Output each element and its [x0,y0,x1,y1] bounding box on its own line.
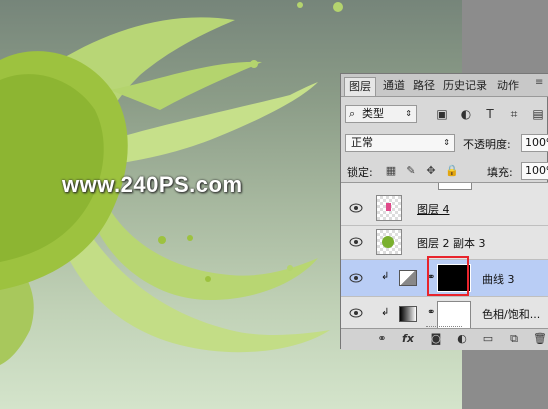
search-icon: ⌕ [349,107,356,120]
delete-layer-icon[interactable]: 🗑 [533,332,547,346]
layer-row-selected[interactable]: ↲ ⚭ 曲线 3 [341,256,548,297]
layer-name: 图层 4 [417,203,450,216]
new-group-icon[interactable]: ▭ [481,332,495,346]
lock-label: 锁定: [347,166,373,179]
filter-adjustment-icon[interactable]: ◐ [459,107,473,121]
chevron-updown-icon: ⇕ [405,109,412,118]
chevron-updown-icon: ⇕ [443,138,450,147]
filter-smart-object-icon[interactable]: ▤ [531,107,545,121]
filter-type-icon[interactable]: T [483,107,497,121]
lock-transparent-icon[interactable]: ▦ [385,165,397,177]
opacity-input[interactable]: 100% [521,134,548,152]
link-layers-icon[interactable]: ⚭ [375,332,389,346]
add-mask-icon[interactable]: ◙ [429,332,443,346]
layers-list: 图层 4 图层 2 副本 3 ↲ ⚭ 曲线 3 ↲ ⚭ 色相/饱和... [341,182,548,329]
layers-panel: 图层 通道 路径 历史记录 动作 ≡ ⌕ 类型 ⇕ ▣ ◐ T ⌗ ▤ 正常 ⇕… [340,73,548,350]
filter-pixel-icon[interactable]: ▣ [435,107,449,121]
panel-tabs: 图层 通道 路径 历史记录 动作 ≡ [341,74,548,97]
hue-saturation-icon [399,306,417,322]
tab-channels[interactable]: 通道 [379,77,409,95]
new-adjustment-icon[interactable]: ◐ [455,332,469,346]
layer-row[interactable]: 图层 4 [341,192,548,226]
eye-icon[interactable] [349,237,363,247]
clip-arrow-icon: ↲ [381,307,390,318]
lock-all-icon[interactable]: 🔒 [445,165,459,177]
eye-icon[interactable] [349,308,363,318]
layer-row[interactable]: ↲ ⚭ 色相/饱和... [341,297,548,329]
tab-paths[interactable]: 路径 [409,77,439,95]
blend-mode-dropdown[interactable]: 正常 ⇕ [345,134,455,152]
resize-grip[interactable] [426,326,462,329]
layer-row[interactable]: 图层 2 副本 3 [341,226,548,260]
layer-thumbnail [376,195,402,221]
lock-position-icon[interactable]: ✥ [425,165,437,177]
curves-adjustment-icon [399,270,417,286]
link-icon[interactable]: ⚭ [427,307,435,318]
opacity-label: 不透明度: [463,138,511,151]
lock-image-icon[interactable]: ✎ [405,165,417,177]
panel-menu-icon[interactable]: ≡ [535,77,547,93]
eye-icon[interactable] [349,273,363,283]
clip-arrow-icon: ↲ [381,271,390,282]
fx-icon[interactable]: fx [401,332,415,346]
layers-panel-footer: ⚭ fx ◙ ◐ ▭ ⧉ 🗑 [341,326,548,350]
watermark-text: www.240PS.com [62,172,243,197]
layer-name: 曲线 3 [482,273,515,286]
layer-thumbnail [376,229,402,255]
layer-mask-thumbnail[interactable] [437,301,471,329]
new-layer-icon[interactable]: ⧉ [507,332,521,346]
mask-highlight-box [427,256,469,296]
eye-icon[interactable] [349,203,363,213]
tab-layers[interactable]: 图层 [344,77,376,96]
blend-mode-value: 正常 [351,136,373,149]
tab-actions[interactable]: 动作 [493,77,523,95]
partial-layer-thumbnail [438,183,472,190]
filter-kind-label: 类型 [362,107,384,120]
filter-shape-icon[interactable]: ⌗ [507,107,521,121]
tab-history[interactable]: 历史记录 [439,77,491,95]
layer-name: 色相/饱和... [482,308,541,321]
fill-label: 填充: [487,166,513,179]
layer-name: 图层 2 副本 3 [417,237,486,250]
fill-input[interactable]: 100% [521,162,548,180]
filter-kind-dropdown[interactable]: ⌕ 类型 ⇕ [345,105,417,123]
